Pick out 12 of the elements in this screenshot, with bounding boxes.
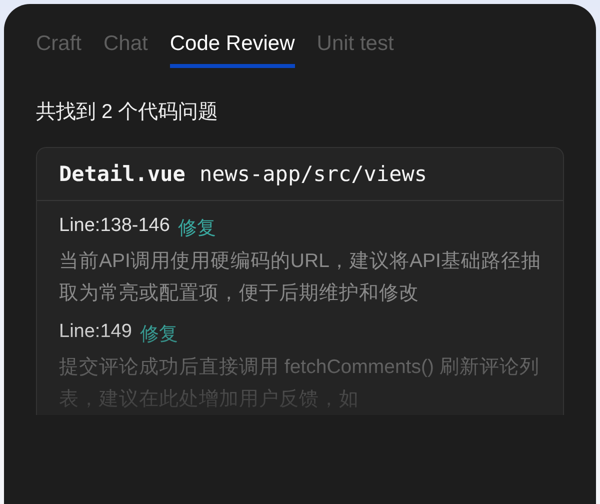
tab[interactable]: Unit test [316,32,394,68]
line-range: Line:138-146 [59,215,170,238]
file-name: Detail.vue [59,162,186,186]
file-path: news-app/src/views [199,162,428,186]
fix-link[interactable]: 修复 [140,321,178,347]
issue-description: 当前API调用使用硬编码的URL，建议将API基础路径抽取为常亮或配置项，便于后期维护和修改 [59,249,541,306]
tab[interactable]: Chat [104,32,148,68]
line-range: Line:149 [59,321,132,344]
tab[interactable]: Code Review [170,32,295,68]
tab[interactable]: Craft [36,32,82,68]
summary-text: 共找到 2 个代码问题 [36,100,220,125]
fix-link[interactable]: 修复 [178,215,216,241]
